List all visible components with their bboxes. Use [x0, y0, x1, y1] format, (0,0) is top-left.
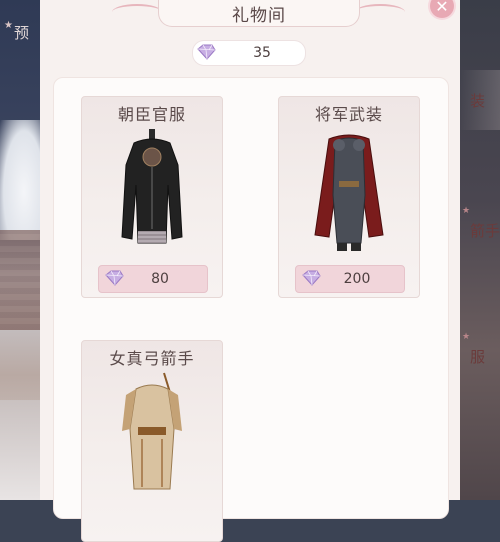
roof-tiles [0, 230, 40, 330]
side-tab-right-2[interactable]: ★ 箭手 [458, 200, 500, 260]
close-button[interactable]: ✕ [430, 0, 454, 18]
banner-ornament-left [112, 4, 162, 20]
side-tab-right-3[interactable]: ★ 服 [458, 326, 500, 386]
snowy-ground [0, 400, 40, 500]
shop-item-card[interactable]: 女真弓箭手 [81, 340, 223, 542]
star-icon: ★ [462, 332, 471, 342]
item-name: 将军武装 [314, 105, 383, 124]
price-value: 200 [343, 271, 371, 287]
shop-item-card[interactable]: 朝臣官服 80 [81, 96, 223, 298]
banner-ornament-right [355, 4, 405, 20]
panel-title: 礼物间 [158, 0, 360, 27]
star-icon: ★ [462, 206, 471, 216]
price-tag[interactable]: 80 [98, 265, 208, 293]
side-tab-right-1-label: 装 [470, 91, 486, 110]
background-left-scene [0, 0, 40, 500]
item-name: 女真弓箭手 [109, 349, 195, 368]
panel-title-text: 礼物间 [232, 5, 286, 26]
price-value: 80 [151, 271, 169, 287]
side-tab-left-label: 预 [14, 23, 30, 42]
jurchen-archer-outfit-image [122, 372, 182, 490]
close-icon: ✕ [435, 0, 449, 16]
snow-bank [0, 120, 40, 240]
shop-item-card[interactable]: 将军武装 200 [278, 96, 420, 298]
price-tag[interactable]: 200 [295, 265, 405, 293]
side-tab-right-1[interactable]: 装 [458, 70, 500, 130]
court-official-robe-image [121, 129, 183, 244]
gift-room-panel: 礼物间 ✕ 35 朝臣官服 80 将军武装 200 女真弓箭手 [40, 0, 460, 542]
side-tab-right-2-label: 箭手 [470, 221, 500, 240]
currency-balance: 35 [192, 40, 306, 66]
general-armor-image [314, 134, 384, 251]
side-tab-right-3-label: 服 [470, 347, 486, 366]
currency-value: 35 [253, 45, 271, 61]
item-name: 朝臣官服 [117, 105, 186, 124]
